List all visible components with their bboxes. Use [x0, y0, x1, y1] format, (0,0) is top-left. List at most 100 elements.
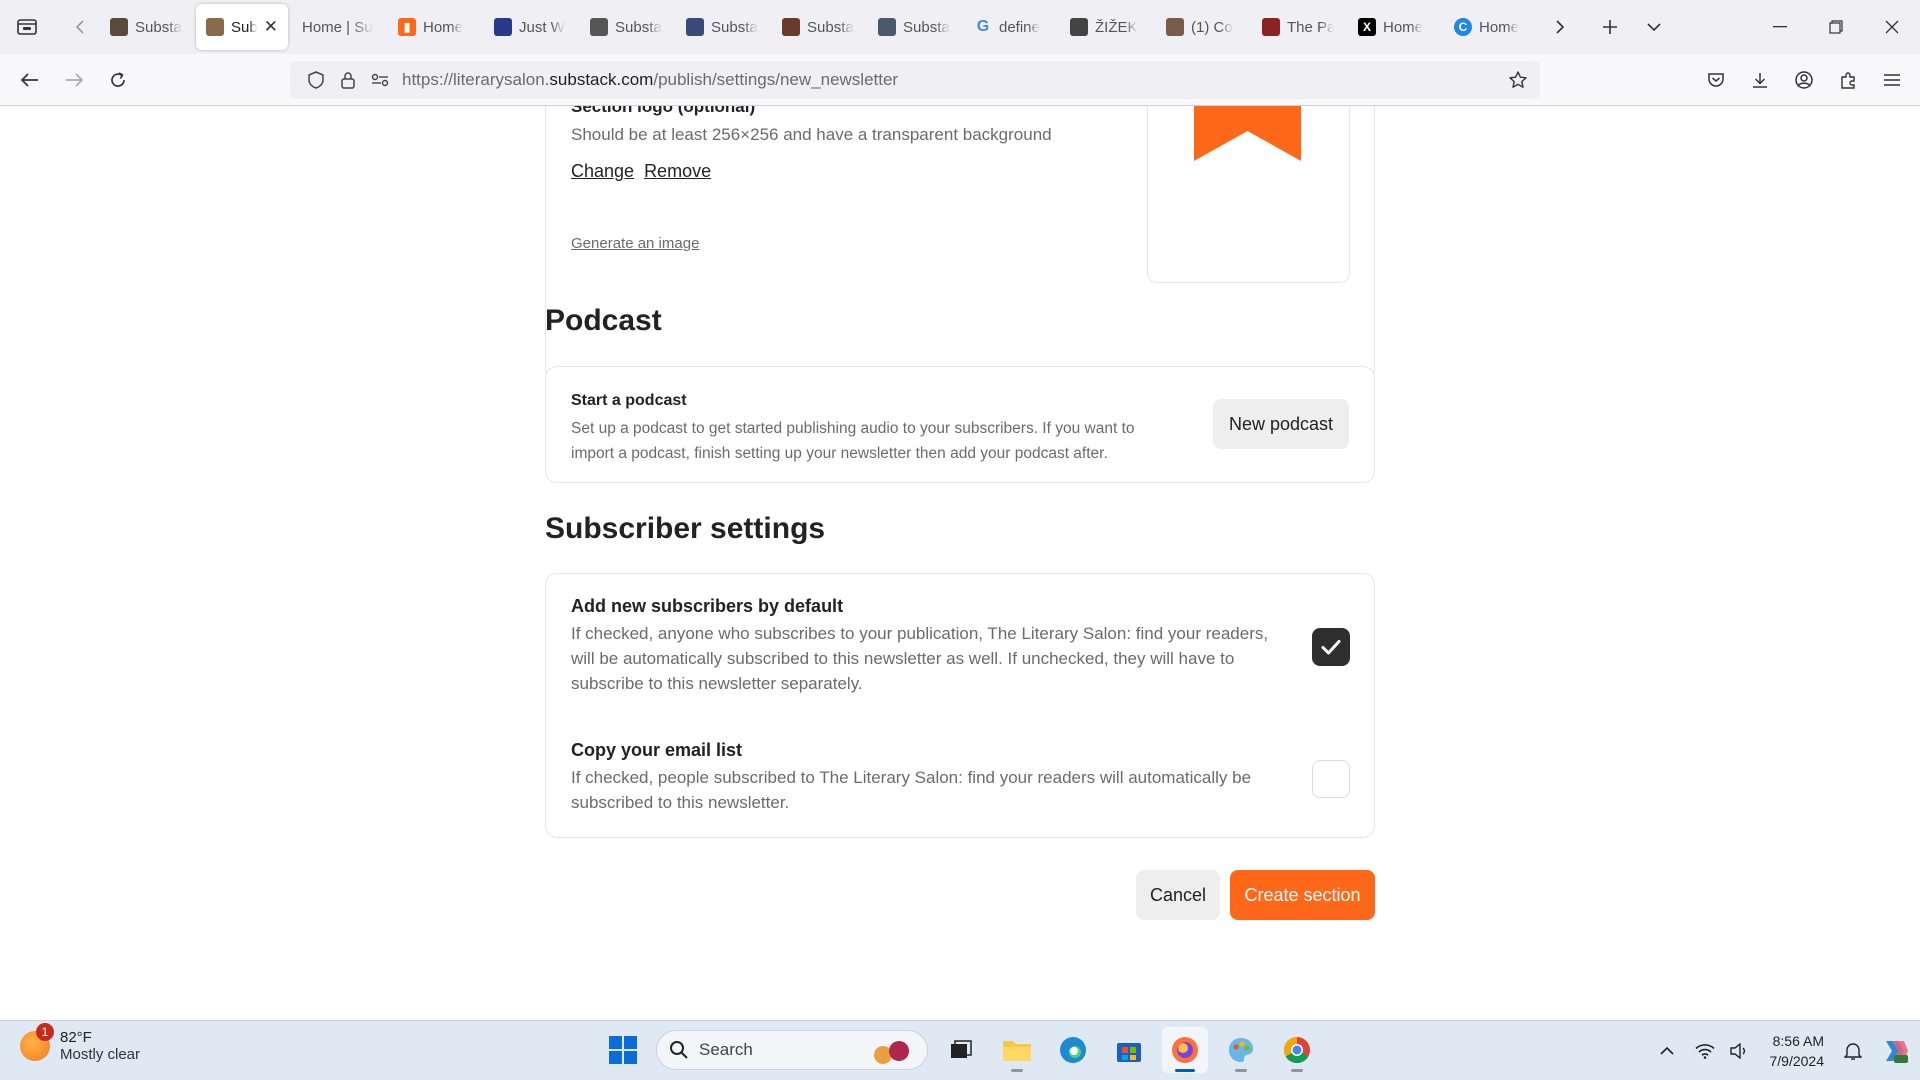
close-window-icon[interactable] — [1864, 0, 1920, 54]
browser-tab[interactable]: Home | Substack — [292, 4, 384, 50]
tab-title: ŽIŽEK — [1095, 18, 1138, 36]
logo-actions: Change Remove — [571, 161, 711, 182]
edge-icon[interactable] — [1050, 1027, 1096, 1073]
add-subscribers-default-checkbox[interactable] — [1312, 628, 1350, 666]
firefox-view-icon[interactable] — [4, 7, 50, 47]
tab-favicon-icon — [206, 18, 224, 36]
create-section-button[interactable]: Create section — [1230, 870, 1375, 920]
browser-tab[interactable]: Substack ✕ — [196, 4, 288, 50]
restore-icon[interactable] — [1808, 0, 1864, 54]
reload-icon[interactable] — [96, 58, 140, 102]
new-tab-icon[interactable] — [1586, 7, 1634, 47]
tracking-protection-shield-icon[interactable] — [300, 64, 332, 96]
back-icon[interactable] — [8, 58, 52, 102]
tab-favicon-icon — [110, 18, 128, 36]
page-content: Section logo (optional) Should be at lea… — [0, 106, 1920, 1020]
browser-tab[interactable]: ŽIŽEK — [1060, 4, 1152, 50]
browser-tab-strip: Substack Substack ✕ Home | Substack ▮ Home Jus… — [0, 0, 1920, 54]
weather-widget[interactable]: 1 82°F Mostly clear — [20, 1023, 140, 1063]
browser-tab[interactable]: (1) Co — [1156, 4, 1248, 50]
tab-title: Substack — [807, 18, 854, 36]
tab-favicon-icon: C — [1454, 18, 1472, 36]
tab-scroll-left-icon[interactable] — [60, 7, 100, 47]
logo-preview — [1147, 106, 1350, 283]
forward-icon[interactable] — [52, 58, 96, 102]
remove-logo-link[interactable]: Remove — [644, 161, 711, 182]
list-all-tabs-icon[interactable] — [1634, 7, 1674, 47]
browser-tab[interactable]: The Pa — [1252, 4, 1344, 50]
bookmark-star-icon[interactable] — [1502, 64, 1534, 96]
tab-favicon-icon: G — [976, 18, 990, 35]
browser-tab[interactable]: Substack — [676, 4, 768, 50]
tab-title: Home | Substack — [302, 18, 374, 36]
extensions-icon[interactable] — [1826, 58, 1870, 102]
cancel-button[interactable]: Cancel — [1136, 870, 1220, 920]
browser-tab[interactable]: Gdefine — [964, 4, 1056, 50]
copy-email-list-row: Copy your email list If checked, people … — [571, 740, 1291, 815]
browser-tab[interactable]: Substack — [580, 4, 672, 50]
show-hidden-icons-chevron-up-icon[interactable] — [1650, 1046, 1684, 1056]
notifications-icon[interactable] — [1836, 1041, 1870, 1061]
pocket-icon[interactable] — [1694, 58, 1738, 102]
tab-favicon-icon: X — [1358, 18, 1376, 36]
search-highlight-icon — [874, 1041, 909, 1064]
lock-icon[interactable] — [332, 64, 364, 96]
menu-icon[interactable] — [1870, 58, 1914, 102]
minimize-icon[interactable] — [1752, 0, 1808, 54]
site-permissions-icon[interactable] — [364, 64, 396, 96]
account-icon[interactable] — [1782, 58, 1826, 102]
browser-tab[interactable]: Substack — [772, 4, 864, 50]
toolbar-right — [1694, 58, 1914, 102]
weather-text: 82°F Mostly clear — [60, 1029, 140, 1063]
browser-tab[interactable]: Just W — [484, 4, 576, 50]
clock-time: 8:56 AM — [1772, 1033, 1824, 1049]
wifi-icon[interactable] — [1688, 1043, 1722, 1059]
close-tab-icon[interactable]: ✕ — [264, 17, 278, 37]
browser-tab[interactable]: Substack — [100, 4, 192, 50]
tab-favicon-icon — [782, 18, 800, 36]
section-logo-help-text: Should be at least 256×256 and have a tr… — [571, 125, 1052, 144]
copilot-icon[interactable] — [1870, 1037, 1920, 1065]
weather-temperature: 82°F — [60, 1029, 92, 1046]
firefox-icon[interactable] — [1162, 1027, 1208, 1073]
tab-favicon-icon — [878, 18, 896, 36]
file-explorer-indicator — [1011, 1069, 1023, 1072]
browser-tab[interactable]: Substack — [868, 4, 960, 50]
clock-date: 7/9/2024 — [1769, 1053, 1825, 1069]
firefox-indicator — [1175, 1069, 1195, 1072]
search-label: Search — [699, 1040, 753, 1059]
add-subscribers-default-title: Add new subscribers by default — [571, 596, 844, 616]
tab-favicon-icon — [1166, 18, 1184, 36]
podcast-card: Start a podcast Set up a podcast to get … — [545, 366, 1375, 483]
tab-title: Substack — [135, 18, 182, 36]
browser-tab[interactable]: X Home — [1348, 4, 1440, 50]
paint-app-icon[interactable] — [1218, 1027, 1264, 1073]
volume-icon[interactable] — [1722, 1043, 1756, 1059]
task-view-icon[interactable] — [938, 1027, 984, 1073]
url-text[interactable]: https://literarysalon.substack.com/publi… — [402, 70, 898, 90]
browser-tab[interactable]: C Home — [1444, 4, 1536, 50]
generate-image-link[interactable]: Generate an image — [571, 235, 699, 252]
tab-title: define — [999, 18, 1040, 36]
taskbar-clock[interactable]: 8:56 AM 7/9/2024 — [1770, 1031, 1825, 1071]
section-logo-label: Section logo (optional) — [571, 106, 756, 116]
change-logo-link[interactable]: Change — [571, 161, 634, 182]
copy-email-list-checkbox[interactable] — [1312, 760, 1350, 798]
copy-email-list-title: Copy your email list — [571, 740, 743, 760]
search-icon — [670, 1041, 688, 1059]
url-path: /publish/settings/new_newsletter — [653, 70, 899, 89]
start-button-windows-icon[interactable] — [600, 1027, 646, 1073]
downloads-icon[interactable] — [1738, 58, 1782, 102]
microsoft-store-icon[interactable] — [1106, 1027, 1152, 1073]
address-bar[interactable]: https://literarysalon.substack.com/publi… — [290, 61, 1540, 99]
new-podcast-button[interactable]: New podcast — [1213, 399, 1349, 449]
file-explorer-icon[interactable] — [994, 1027, 1040, 1073]
tab-title: Just W — [519, 18, 565, 36]
chrome-icon[interactable] — [1274, 1027, 1320, 1073]
taskbar-search-box[interactable]: Search — [656, 1030, 928, 1070]
tab-title: Substack — [231, 18, 257, 36]
weather-condition: Mostly clear — [60, 1046, 141, 1063]
tab-scroll-right-icon[interactable] — [1540, 7, 1580, 47]
start-podcast-description-line2: import a podcast, finish setting up your… — [571, 445, 1108, 462]
browser-tab[interactable]: ▮ Home — [388, 4, 480, 50]
